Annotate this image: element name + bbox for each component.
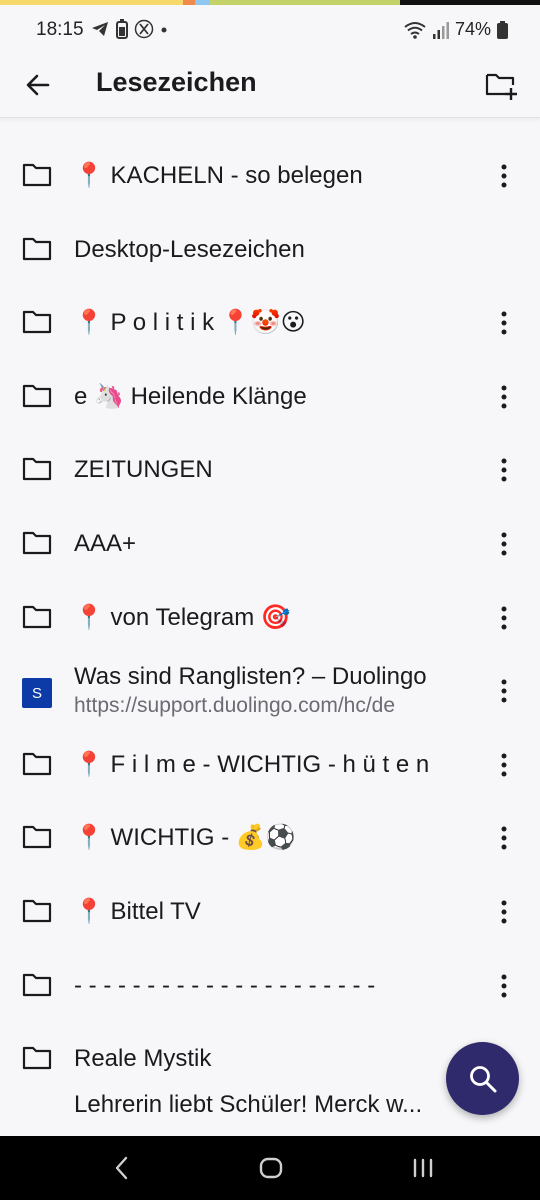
dot-icon [161, 27, 167, 33]
more-vert-icon [501, 753, 507, 777]
bookmark-title: Was sind Ranglisten? – Duolingo [74, 663, 427, 691]
bookmark-title: Lehrerin liebt Schüler! Merck w... [74, 1090, 423, 1118]
folder-label: 📍 WICHTIG - 💰⚽ [74, 824, 296, 852]
folder-icon [22, 531, 52, 555]
folder-label: 📍 Bittel TV [74, 897, 201, 925]
folder-row[interactable]: AAA+ [0, 507, 540, 581]
folder-label: Reale Mystik [74, 1045, 212, 1073]
status-time: 18:15 [36, 19, 84, 40]
folder-icon [22, 973, 52, 996]
folder-row[interactable]: Desktop-Lesezeichen [0, 213, 540, 287]
folder-icon [22, 311, 52, 334]
more-vert-icon [501, 458, 507, 482]
system-nav-bar [0, 1136, 540, 1200]
folder-label: ZEITUNGEN [74, 456, 213, 484]
folder-icon [22, 605, 52, 628]
more-vert-icon [501, 826, 507, 850]
more-options-button[interactable] [490, 304, 518, 342]
more-vert-icon [501, 532, 507, 556]
folder-label: Desktop-Lesezeichen [74, 235, 305, 263]
search-fab[interactable] [446, 1042, 519, 1115]
folder-icon [22, 1047, 52, 1070]
more-vert-icon [501, 900, 507, 924]
more-options-button[interactable] [490, 378, 518, 416]
more-vert-icon [501, 679, 507, 703]
folder-icon [22, 163, 52, 187]
more-options-button[interactable] [490, 525, 518, 563]
folder-row[interactable]: - - - - - - - - - - - - - - - - - - - - … [0, 949, 540, 1023]
back-button[interactable] [16, 63, 60, 107]
arrow-left-icon [26, 74, 50, 96]
top-app-bar: Lesezeichen [0, 55, 540, 118]
telegram-icon [92, 22, 108, 36]
folder-add-icon [485, 73, 517, 100]
folder-row[interactable]: ZEITUNGEN [0, 433, 540, 507]
folder-row[interactable]: 📍 KACHELN - so belegen [0, 139, 540, 213]
folder-icon [22, 458, 52, 481]
folder-label: 📍 von Telegram 🎯 [74, 603, 291, 631]
battery-percent: 74% [454, 19, 491, 39]
more-options-button[interactable] [490, 451, 518, 489]
folder-label: - - - - - - - - - - - - - - - - - - - - … [74, 971, 376, 999]
folder-row[interactable]: 📍 von Telegram 🎯 [0, 581, 540, 655]
folder-icon [22, 899, 52, 923]
folder-icon [22, 384, 52, 407]
bookmark-row[interactable]: S Was sind Ranglisten? – Duolingo https:… [0, 654, 540, 728]
more-options-button[interactable] [490, 599, 518, 637]
folder-label: e 🦄 Heilende Klänge [74, 382, 307, 410]
folder-row[interactable]: 📍 WICHTIG - 💰⚽ [0, 801, 540, 875]
wifi-icon [404, 21, 426, 39]
x-icon [134, 19, 154, 39]
signal-icon [432, 21, 449, 39]
more-options-button[interactable] [490, 746, 518, 784]
folder-label: 📍 KACHELN - so belegen [74, 162, 363, 189]
folder-icon [22, 826, 52, 849]
folder-row[interactable]: e 🦄 Heilende Klänge [0, 360, 540, 434]
more-options-button[interactable] [490, 967, 518, 1005]
folder-icon [22, 752, 52, 775]
nav-home-button[interactable] [253, 1150, 289, 1186]
more-vert-icon [501, 164, 507, 188]
battery-icon [497, 20, 508, 39]
folder-row[interactable]: 📍 F i l m e - WICHTIG - h ü t e n [0, 728, 540, 802]
bookmark-url: https://support.duolingo.com/hc/de [74, 694, 396, 718]
more-vert-icon [501, 606, 507, 630]
nav-back-icon [115, 1156, 128, 1180]
nav-recents-icon [413, 1158, 433, 1178]
more-options-button[interactable] [490, 893, 518, 931]
more-options-button[interactable] [490, 672, 518, 710]
page-title: Lesezeichen [96, 67, 257, 97]
folder-label: 📍 F i l m e - WICHTIG - h ü t e n [74, 750, 430, 778]
bookmark-list: 📍 KACHELN - so belegen Desktop-Lesezeich… [0, 139, 540, 1134]
new-folder-button[interactable] [478, 63, 526, 107]
nav-back-button[interactable] [104, 1150, 140, 1186]
folder-label: AAA+ [74, 529, 137, 557]
folder-row[interactable]: 📍 Bittel TV [0, 875, 540, 949]
more-vert-icon [501, 311, 507, 335]
more-options-button[interactable] [490, 157, 518, 195]
folder-icon [22, 237, 52, 260]
more-vert-icon [501, 385, 507, 409]
site-favicon: S [22, 678, 52, 709]
search-icon [469, 1065, 496, 1092]
folder-row[interactable]: 📍 P o l i t i k 📍🤡😮 [0, 286, 540, 360]
more-options-button[interactable] [490, 819, 518, 857]
more-vert-icon [501, 974, 507, 998]
nav-recents-button[interactable] [405, 1150, 441, 1186]
nav-home-icon [259, 1157, 283, 1179]
folder-label: 📍 P o l i t i k 📍🤡😮 [74, 309, 306, 337]
battery-saver-icon [116, 19, 128, 39]
status-bar: 18:15 74% [0, 5, 540, 55]
